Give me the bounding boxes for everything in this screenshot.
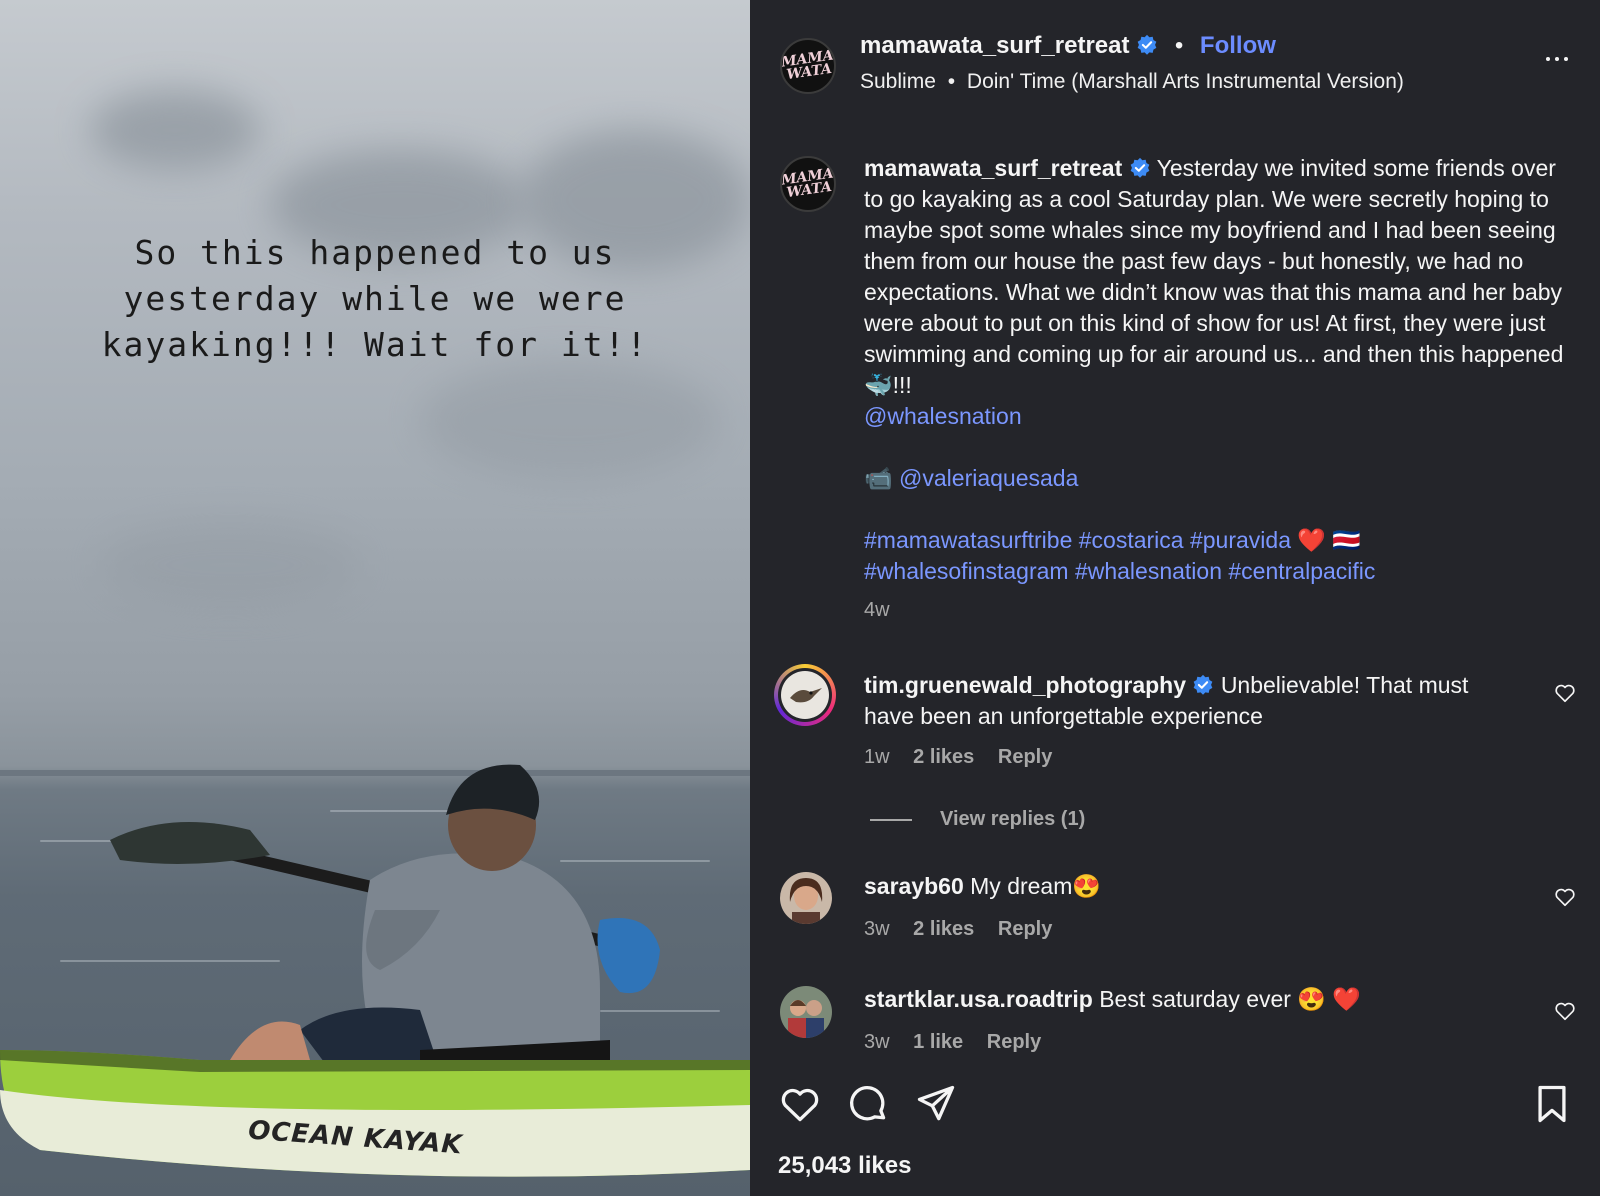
separator-dot: • [947,70,956,93]
caption-timestamp[interactable]: 4w [864,595,1564,626]
follow-button[interactable]: Follow [1200,32,1276,59]
comment-likes[interactable]: 1 like [913,1031,963,1053]
cloud [420,360,720,480]
comment-avatar[interactable] [780,872,832,924]
comment-time[interactable]: 3w [864,918,890,940]
comment-username[interactable]: tim.gruenewald_photography [864,672,1186,698]
like-comment-heart-icon[interactable] [1554,682,1576,704]
avatar-logo: MAMA WATA [780,165,835,202]
like-comment-heart-icon[interactable] [1554,1000,1576,1022]
comment-avatar[interactable] [774,664,836,726]
camera-emoji: 📹 [864,465,893,491]
mention-link[interactable]: @valeriaquesada [899,465,1078,491]
post-actions-bar [778,1082,1578,1130]
hashtag-emoji: ❤️ 🇨🇷 [1297,527,1362,553]
comment-body: startklar.usa.roadtrip Best saturday eve… [864,984,1504,1015]
like-heart-icon[interactable] [778,1082,822,1126]
comment-meta: 3w 2 likes Reply [864,918,1052,941]
audio-info[interactable]: Sublime • Doin' Time (Marshall Arts Inst… [860,70,1404,94]
replies-line [870,818,912,821]
verified-badge-icon [1137,34,1157,55]
comment-time[interactable]: 1w [864,746,890,768]
couple-avatar-image [780,986,832,1038]
post-media[interactable]: So this happened to us yesterday while w… [0,0,750,1196]
author-username[interactable]: mamawata_surf_retreat [860,32,1129,59]
audio-song-title[interactable]: Doin' Time (Marshall Arts Instrumental V… [967,70,1404,93]
author-avatar[interactable]: MAMA WATA [780,38,836,94]
comment-bubble-icon[interactable] [846,1082,890,1126]
reply-button[interactable]: Reply [998,918,1052,940]
dot-icon [1555,57,1559,61]
reply-button[interactable]: Reply [987,1031,1041,1053]
like-comment-heart-icon[interactable] [1554,886,1576,908]
comment-username[interactable]: startklar.usa.roadtrip [864,986,1093,1012]
caption-author-avatar[interactable]: MAMA WATA [780,156,836,212]
comment-likes[interactable]: 2 likes [913,746,974,768]
view-replies-label: View replies (1) [940,808,1086,830]
comment-meta: 1w 2 likes Reply [864,746,1052,769]
post-caption: mamawata_surf_retreat Yesterday we invit… [864,153,1564,626]
header-title-row: mamawata_surf_retreat • Follow [860,32,1276,60]
comment-text: My dream😍 [970,873,1102,899]
dot-icon [1546,57,1550,61]
hashtag-links[interactable]: #whalesofinstagram #whalesnation #centra… [864,558,1375,584]
comment-body: tim.gruenewald_photography Unbelievable!… [864,670,1504,732]
verified-badge-icon [1194,674,1213,695]
share-send-icon[interactable] [914,1082,958,1126]
dot-icon [1564,57,1568,61]
hashtag-links[interactable]: #mamawatasurftribe #costarica #puravida [864,527,1291,553]
cloud [100,520,360,610]
bird-avatar-image [778,668,832,722]
comment-text: Best saturday ever 😍 ❤️ [1099,986,1362,1012]
post-panel: MAMA WATA mamawata_surf_retreat • Follow… [750,0,1600,1196]
avatar-logo: MAMA WATA [780,47,835,84]
caption-text: Yesterday we invited some friends over t… [864,155,1564,398]
save-bookmark-icon[interactable] [1530,1082,1574,1126]
verified-badge-icon [1130,157,1149,178]
person-avatar-image [780,872,832,924]
comment-time[interactable]: 3w [864,1031,890,1053]
comment-username[interactable]: sarayb60 [864,873,964,899]
view-replies-button[interactable]: View replies (1) [870,808,1085,831]
comment-body: sarayb60 My dream😍 [864,871,1504,902]
caption-username[interactable]: mamawata_surf_retreat [864,155,1122,181]
comment-avatar[interactable] [780,986,832,1038]
separator-dot: • [1174,32,1184,59]
reply-button[interactable]: Reply [998,746,1052,768]
post-header: MAMA WATA mamawata_surf_retreat • Follow… [750,0,1600,125]
comment-likes[interactable]: 2 likes [913,918,974,940]
video-overlay-text: So this happened to us yesterday while w… [101,233,649,364]
instagram-post-viewer: So this happened to us yesterday while w… [0,0,1600,1196]
post-like-count[interactable]: 25,043 likes [778,1152,911,1180]
comment-meta: 3w 1 like Reply [864,1031,1041,1054]
audio-artist[interactable]: Sublime [860,70,936,93]
more-options-button[interactable] [1546,48,1576,68]
cloud [90,90,260,170]
mention-link[interactable]: @whalesnation [864,403,1022,429]
